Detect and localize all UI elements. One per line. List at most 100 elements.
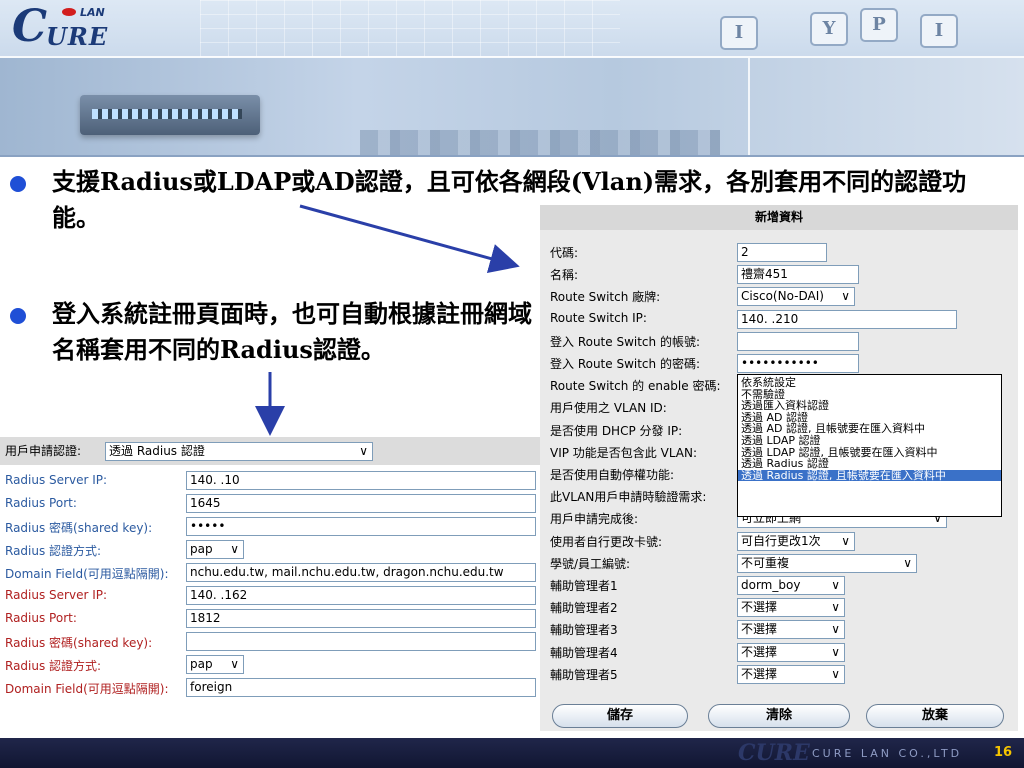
keyboard-key: Y xyxy=(810,12,848,46)
chevron-down-icon: ∨ xyxy=(841,533,850,548)
footer-bar: CURE CURE LAN CO.,LTD 16 xyxy=(0,738,1024,768)
footer-company: CURE LAN CO.,LTD xyxy=(812,747,963,760)
radius-field-input[interactable] xyxy=(186,632,536,651)
form-select[interactable]: 不選擇 ∨ xyxy=(737,664,845,684)
field-value: 不選擇 xyxy=(741,644,778,659)
form-row-label: 登入 Route Switch 的帳號: xyxy=(550,334,700,349)
save-button[interactable]: 儲存 xyxy=(552,704,688,728)
field-value: 1812 xyxy=(190,611,221,625)
chevron-down-icon: ∨ xyxy=(903,555,912,570)
keyboard-key: I xyxy=(920,14,958,48)
field-value: foreign xyxy=(190,680,233,694)
form-select[interactable]: dorm_boy ∨ xyxy=(737,576,845,595)
form-row-label: VIP 功能是否包含此 VLAN: xyxy=(550,445,698,460)
chevron-down-icon: ∨ xyxy=(230,657,239,671)
form-select[interactable]: 不選擇 ∨ xyxy=(737,620,845,640)
header-banner: I Y P I C URE LAN xyxy=(0,0,1024,157)
field-value: ••••••••••• xyxy=(741,356,819,370)
bullet-text: 登入系統註冊頁面時，也可自動根據註冊網域名稱套用不同的Radius認證。 xyxy=(52,299,532,364)
logo-letter-c: C xyxy=(12,1,48,52)
radius-row-label: Radius Port: xyxy=(5,496,77,510)
auth-type-select[interactable]: pap ∨ xyxy=(186,540,244,559)
field-value: nchu.edu.tw, mail.nchu.edu.tw, dragon.nc… xyxy=(190,565,504,579)
cancel-button[interactable]: 放棄 xyxy=(866,704,1004,728)
form-title: 新增資料 xyxy=(540,205,1018,230)
field-value: 1645 xyxy=(190,496,221,510)
radius-field-input[interactable]: nchu.edu.tw, mail.nchu.edu.tw, dragon.nc… xyxy=(186,563,536,582)
page-number: 16 xyxy=(994,745,1013,760)
field-value: Cisco(No-DAI) xyxy=(741,289,824,304)
form-select[interactable]: 可自行更改1次 ∨ xyxy=(737,531,855,551)
form-row-label: 是否使用 DHCP 分發 IP: xyxy=(550,423,683,438)
radius-row-label: Radius Port: xyxy=(5,611,77,625)
dropdown-option[interactable]: 透過 Radius 認證 xyxy=(741,458,1001,470)
field-value: pap xyxy=(190,657,213,671)
form-input[interactable]: ••••••••••• xyxy=(737,354,859,373)
radius-row-label: Radius 認證方式: xyxy=(5,659,102,673)
form-input[interactable]: 140. .210 xyxy=(737,309,957,329)
chevron-down-icon: ∨ xyxy=(831,600,840,615)
field-value: 140. .10 xyxy=(190,473,240,487)
form-row-label: 用戶申請完成後: xyxy=(550,512,639,527)
form-row-label: 是否使用自動停權功能: xyxy=(550,468,675,482)
logo-lan: LAN xyxy=(80,6,105,19)
form-row-label: 此VLAN用戶申請時驗證需求: xyxy=(550,490,707,505)
form-row-label: 輔助管理者2 xyxy=(550,601,618,616)
chevron-down-icon: ∨ xyxy=(359,444,368,458)
form-row-label: 輔助管理者3 xyxy=(550,623,618,638)
city-skyline-graphic xyxy=(360,130,720,155)
field-value: 不選擇 xyxy=(741,666,778,681)
form-select[interactable]: Cisco(No-DAI) ∨ xyxy=(737,287,855,307)
form-row-label: 使用者自行更改卡號: xyxy=(550,534,663,549)
dropdown-option[interactable]: 透過 Radius 認證, 且帳號要在匯入資料中 xyxy=(738,470,1001,482)
banner-grid-pattern xyxy=(200,0,620,57)
form-row-label: Route Switch 的 enable 密碼: xyxy=(550,379,721,394)
auth-method-label: 用戶申請認證: xyxy=(5,444,82,458)
form-row-label: 用戶使用之 VLAN ID: xyxy=(550,401,667,416)
form-select[interactable]: 不選擇 ∨ xyxy=(737,642,845,662)
radius-row-label: Domain Field(可用逗點隔開): xyxy=(5,682,169,696)
chevron-down-icon: ∨ xyxy=(831,666,840,681)
field-value: 140. .162 xyxy=(190,588,248,602)
radius-field-input[interactable]: ••••• xyxy=(186,517,536,536)
field-value: 140. .210 xyxy=(741,311,799,326)
logo-red-dot xyxy=(62,8,76,16)
dropdown-option[interactable]: 依系統設定 xyxy=(741,377,1001,389)
form-row-label: 名稱: xyxy=(550,268,579,283)
radius-field-input[interactable]: 140. .10 xyxy=(186,471,536,490)
form-select[interactable]: 不可重複 ∨ xyxy=(737,553,917,573)
dropdown-option[interactable]: 透過 LDAP 認證 xyxy=(741,435,1001,447)
radius-row-label: Radius Server IP: xyxy=(5,473,108,487)
form-row-label: 學號/員工編號: xyxy=(550,556,631,571)
chevron-down-icon: ∨ xyxy=(230,542,239,556)
cure-lan-logo: C URE LAN xyxy=(12,4,152,52)
auth-method-select[interactable]: 透過 Radius 認證 ∨ xyxy=(105,442,373,461)
auth-method-bar: 用戶申請認證: 透過 Radius 認證 ∨ xyxy=(0,437,540,465)
form-input[interactable] xyxy=(737,331,859,351)
form-input[interactable]: 2 xyxy=(737,243,827,262)
form-input[interactable]: 禮齋451 xyxy=(737,265,859,285)
form-row-label: 輔助管理者4 xyxy=(550,645,618,660)
clear-button[interactable]: 清除 xyxy=(708,704,850,728)
chevron-down-icon: ∨ xyxy=(841,289,850,304)
radius-field-input[interactable]: foreign xyxy=(186,678,536,697)
auth-requirement-dropdown-list[interactable]: 依系統設定 不需驗證 透過匯入資料認證 透過 AD 認證 透過 AD 認證, 且帳號要在… xyxy=(737,374,1002,517)
field-value: 不選擇 xyxy=(741,600,778,615)
banner-vertical-separator xyxy=(748,58,750,155)
chevron-down-icon: ∨ xyxy=(831,644,840,659)
radius-field-input[interactable]: 1645 xyxy=(186,494,536,513)
keyboard-key: P xyxy=(860,8,898,42)
form-row-label: 輔助管理者1 xyxy=(550,579,618,593)
radius-row-label: Radius 密碼(shared key): xyxy=(5,521,153,535)
form-select[interactable]: 不選擇 ∨ xyxy=(737,598,845,618)
field-value: pap xyxy=(190,542,213,556)
chevron-down-icon: ∨ xyxy=(831,578,840,592)
auth-method-value: 透過 Radius 認證 xyxy=(109,444,205,458)
radius-field-input[interactable]: 1812 xyxy=(186,609,536,628)
form-row-label: Route Switch 廠牌: xyxy=(550,290,661,305)
footer-logo: CURE xyxy=(738,740,810,766)
radius-field-input[interactable]: 140. .162 xyxy=(186,586,536,605)
auth-type-select[interactable]: pap ∨ xyxy=(186,655,244,674)
form-row-label: 代碼: xyxy=(550,246,579,260)
bullet-dot-icon xyxy=(10,308,26,324)
